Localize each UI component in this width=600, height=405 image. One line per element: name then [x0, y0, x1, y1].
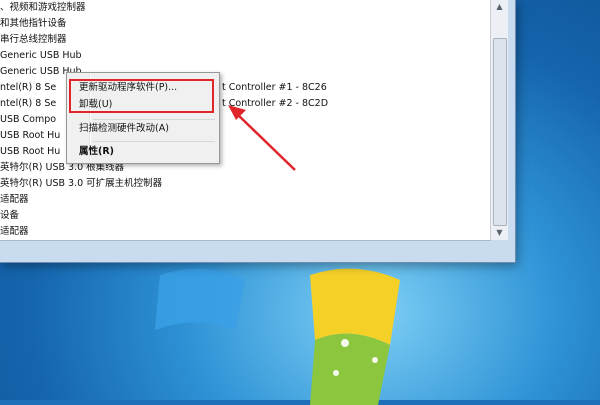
- tree-row[interactable]: 、视频和游戏控制器: [0, 0, 86, 16]
- menu-separator: [93, 141, 215, 142]
- tree-row[interactable]: 适配器: [0, 224, 29, 240]
- tree-row[interactable]: USB Root Hu: [0, 144, 60, 160]
- tree-row[interactable]: 和其他指针设备: [0, 16, 67, 32]
- scroll-down-icon[interactable]: ▼: [494, 228, 505, 238]
- tree-row[interactable]: ntel(R) 8 Se: [0, 80, 56, 96]
- menu-item-properties[interactable]: 属性(R): [79, 143, 114, 161]
- scroll-up-icon[interactable]: ▲: [494, 2, 505, 12]
- menu-item-scan-hardware[interactable]: 扫描检测硬件改动(A): [79, 120, 169, 138]
- tree-row[interactable]: 设备: [0, 208, 19, 224]
- windows-logo: [155, 268, 400, 405]
- scroll-thumb[interactable]: [493, 38, 507, 226]
- tree-row[interactable]: USB Root Hu: [0, 128, 60, 144]
- tree-row[interactable]: Generic USB Hub: [0, 48, 82, 64]
- tree-row[interactable]: ntel(R) 8 Se: [0, 96, 56, 112]
- annotation-highlight-box: [69, 79, 214, 113]
- tree-row[interactable]: 串行总线控制器: [0, 32, 67, 48]
- tree-row[interactable]: 英特尔(R) USB 3.0 可扩展主机控制器: [0, 176, 162, 192]
- tree-row[interactable]: 适配器: [0, 192, 29, 208]
- tree-row-tail: t Controller #2 - 8C2D: [222, 98, 329, 109]
- vertical-scrollbar[interactable]: ▲ ▼: [490, 0, 508, 240]
- tree-row[interactable]: USB Compo: [0, 112, 56, 128]
- tree-row-tail: t Controller #1 - 8C26: [222, 82, 327, 93]
